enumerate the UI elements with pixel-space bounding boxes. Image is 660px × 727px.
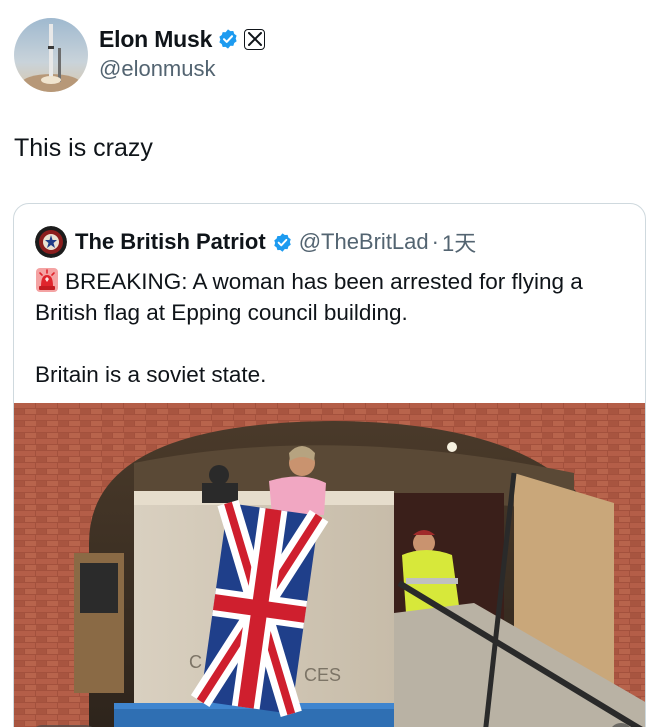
- quoted-author-avatar[interactable]: [35, 226, 67, 258]
- quoted-author-name[interactable]: The British Patriot: [75, 229, 266, 255]
- quoted-verified-badge-icon[interactable]: [272, 232, 293, 253]
- sign-text-right: CES: [304, 665, 341, 685]
- meta-separator: ·: [431, 229, 439, 254]
- quoted-author-handle[interactable]: @TheBritLad: [299, 229, 429, 255]
- quoted-media-image[interactable]: C CES: [14, 403, 645, 727]
- police-siren-icon: [36, 268, 58, 292]
- quoted-text-line2: Britain is a soviet state.: [35, 362, 267, 387]
- author-display-name[interactable]: Elon Musk: [99, 26, 212, 53]
- quoted-text-line1: BREAKING: A woman has been arrested for …: [35, 269, 583, 325]
- quoted-paragraph-1: BREAKING: A woman has been arrested for …: [35, 266, 635, 328]
- verified-badge-icon[interactable]: [217, 28, 239, 50]
- quoted-tweet-card[interactable]: The British Patriot @TheBritLad · 1天 BRE…: [13, 203, 646, 727]
- author-handle[interactable]: @elonmusk: [99, 56, 265, 82]
- x-logo-icon[interactable]: [244, 28, 266, 50]
- tweet-text: This is crazy: [14, 134, 153, 162]
- author-avatar[interactable]: [14, 18, 88, 92]
- quoted-timestamp[interactable]: 1天: [442, 226, 476, 258]
- quoted-tweet-body: BREAKING: A woman has been arrested for …: [35, 266, 635, 390]
- sign-text-left: C: [189, 652, 202, 672]
- tweet-author: Elon Musk @elonmusk: [14, 18, 266, 94]
